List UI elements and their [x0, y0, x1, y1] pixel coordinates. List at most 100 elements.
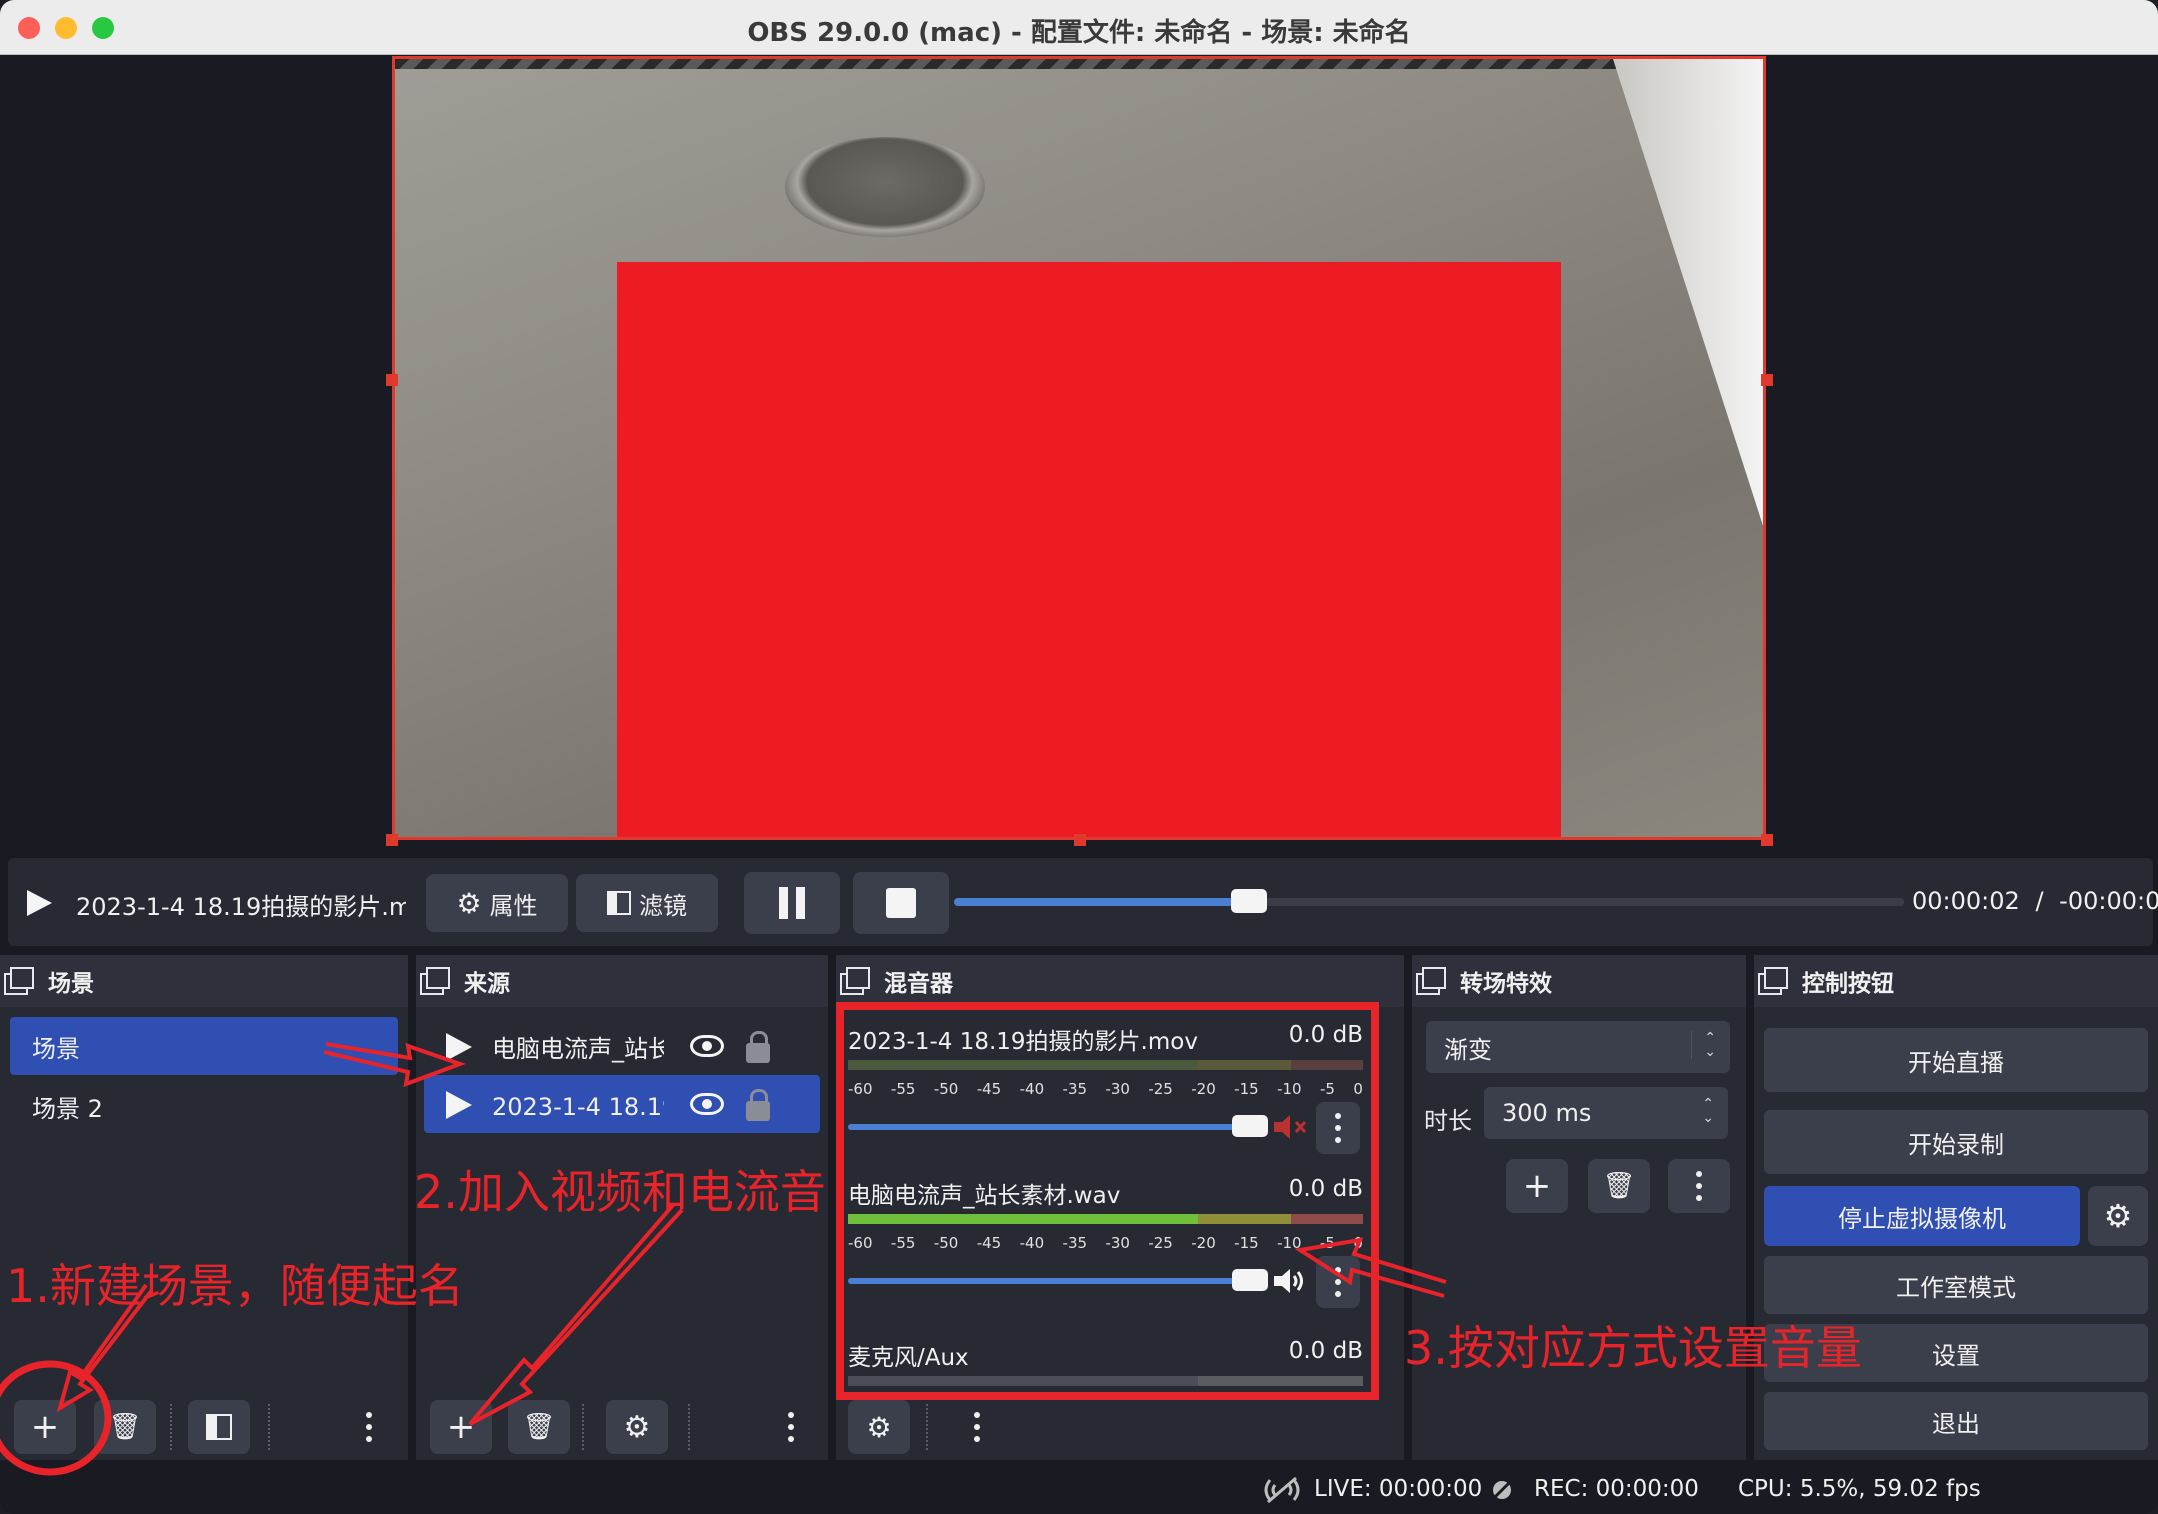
resize-handle-bottom-left[interactable] [386, 834, 398, 846]
add-transition-button[interactable]: + [1506, 1159, 1568, 1213]
virtual-camera-settings-button[interactable]: ⚙ [2088, 1186, 2148, 1246]
scene-item-label: 场景 [32, 1034, 80, 1063]
plus-icon: + [30, 1407, 60, 1447]
rec-status: REC: 00:00:00 [1534, 1476, 1699, 1502]
add-scene-button[interactable]: + [14, 1400, 76, 1454]
meter-level [848, 1214, 1363, 1224]
properties-button[interactable]: ⚙ 属性 [426, 874, 568, 932]
meter-tick-label: -55 [890, 1234, 916, 1252]
scene-item[interactable]: 场景 [10, 1017, 398, 1075]
start-recording-button[interactable]: 开始录制 [1764, 1110, 2148, 1174]
studio-mode-button[interactable]: 工作室模式 [1764, 1256, 2148, 1314]
dock-undock-icon[interactable] [1758, 967, 1788, 995]
meter-tick-label: -35 [1062, 1234, 1088, 1252]
toolbar-separator [582, 1404, 584, 1450]
transition-options-button[interactable] [1668, 1159, 1730, 1213]
play-icon[interactable] [446, 1033, 472, 1061]
more-options-icon[interactable] [974, 1412, 980, 1442]
duration-value: 300 ms [1502, 1099, 1592, 1127]
more-options-icon[interactable] [366, 1412, 372, 1442]
filters-label: 滤镜 [639, 891, 687, 920]
more-options-icon[interactable] [788, 1412, 794, 1442]
add-source-button[interactable]: + [430, 1400, 492, 1454]
source-properties-button[interactable]: ⚙ [606, 1400, 668, 1454]
filters-button[interactable]: 滤镜 [576, 874, 718, 932]
chevron-updown-icon: ⌃ ⌄ [1691, 1031, 1716, 1059]
resize-handle-left[interactable] [386, 374, 398, 386]
seek-handle[interactable] [1230, 889, 1267, 913]
scene-item[interactable]: 场景 2 [10, 1077, 398, 1135]
volume-slider-handle[interactable] [1232, 1115, 1268, 1137]
source-item[interactable]: 2023-1-4 18.19拍摄的影片.mov [424, 1075, 820, 1133]
record-off-icon [1489, 1477, 1515, 1503]
media-seek-bar[interactable] [954, 889, 1904, 913]
stop-button[interactable] [853, 872, 949, 934]
remove-source-button[interactable]: 🗑 [508, 1400, 570, 1454]
resize-handle-bottom[interactable] [1074, 834, 1086, 846]
pause-button[interactable] [744, 872, 840, 934]
source-item-label: 2023-1-4 18.19拍摄的影片.mov [492, 1092, 664, 1121]
controls-dock-header: 控制按钮 [1754, 955, 2158, 1007]
scene-item-label: 场景 2 [32, 1094, 103, 1123]
filter-icon [607, 891, 631, 915]
volume-slider[interactable] [848, 1115, 1268, 1137]
lock-icon[interactable] [746, 1031, 770, 1063]
source-item[interactable]: 电脑电流声_站长素材.wav [424, 1017, 820, 1075]
channel-options-button[interactable] [1316, 1102, 1360, 1154]
media-time: 00:00:02 / -00:00:06 [1912, 887, 2158, 915]
muted-speaker-icon[interactable] [1272, 1112, 1308, 1142]
lock-icon[interactable] [746, 1089, 770, 1121]
resize-handle-bottom-right[interactable] [1761, 834, 1773, 846]
transitions-dock: 转场特效 渐变 ⌃ ⌄ 时长 300 ms ⌃ ⌄ + 🗑 [1412, 955, 1746, 1460]
meter-tick-label: 0 [1353, 1080, 1363, 1098]
annotation-step3: 3.按对应方式设置音量 [1404, 1321, 1862, 1375]
scenes-dock-title: 场景 [48, 971, 94, 997]
stepper-icon[interactable]: ⌃ ⌄ [1702, 1097, 1714, 1125]
meter-ticks: -60 -55 -50 -45 -40 -35 -30 -25 -20 -15 -10 -5 0 [848, 1080, 1363, 1098]
dock-undock-icon[interactable] [420, 967, 450, 995]
stop-virtual-camera-button[interactable]: 停止虚拟摄像机 [1764, 1186, 2080, 1246]
meter-tick-label: -60 [848, 1234, 873, 1252]
meter-tick-label: -45 [976, 1234, 1002, 1252]
meter-tick-label: -60 [848, 1080, 873, 1098]
visibility-eye-icon[interactable] [690, 1093, 724, 1115]
video-frame-wall [1613, 59, 1763, 837]
meter-ticks: -60 -55 -50 -45 -40 -35 -30 -25 -20 -15 -10 -5 0 [848, 1234, 1363, 1252]
controls-dock-title: 控制按钮 [1802, 971, 1894, 997]
exit-button[interactable]: 退出 [1764, 1392, 2148, 1450]
meter-tick-label: -20 [1191, 1080, 1216, 1098]
play-icon[interactable] [24, 888, 54, 918]
dock-undock-icon[interactable] [840, 967, 870, 995]
live-broadcast-off-icon [1264, 1476, 1300, 1504]
transition-select[interactable]: 渐变 ⌃ ⌄ [1426, 1021, 1730, 1073]
volume-meter [848, 1376, 1363, 1386]
volume-slider-handle[interactable] [1232, 1269, 1268, 1291]
more-options-icon [1696, 1171, 1702, 1201]
volume-slider[interactable] [848, 1269, 1268, 1291]
start-streaming-button[interactable]: 开始直播 [1764, 1028, 2148, 1092]
window-title: OBS 29.0.0 (mac) - 配置文件: 未命名 - 场景: 未命名 [747, 18, 1411, 48]
advanced-audio-button[interactable]: ⚙ [848, 1400, 910, 1454]
speaker-icon[interactable] [1272, 1266, 1308, 1296]
remove-transition-button[interactable]: 🗑 [1588, 1159, 1650, 1213]
dock-undock-icon[interactable] [1416, 967, 1446, 995]
more-options-icon [1335, 1113, 1341, 1143]
channel-name: 2023-1-4 18.19拍摄的影片.mov [848, 1029, 1198, 1055]
dock-undock-icon[interactable] [4, 967, 34, 995]
mixer-dock-title: 混音器 [884, 971, 953, 997]
channel-options-button[interactable] [1316, 1256, 1360, 1308]
visibility-eye-icon[interactable] [690, 1035, 724, 1057]
play-icon[interactable] [446, 1091, 472, 1119]
preview-area[interactable] [0, 56, 2158, 846]
scene-filters-button[interactable] [188, 1400, 250, 1454]
sources-dock-header: 来源 [416, 955, 828, 1007]
obs-window: OBS 29.0.0 (mac) - 配置文件: 未命名 - 场景: 未命名 2… [0, 0, 2158, 1514]
duration-spinbox[interactable]: 300 ms ⌃ ⌄ [1484, 1087, 1728, 1139]
more-options-icon [1335, 1267, 1341, 1297]
filter-icon [206, 1414, 232, 1440]
gears-icon: ⚙ [866, 1410, 892, 1444]
live-status: LIVE: 00:00:00 [1314, 1476, 1483, 1502]
remove-scene-button[interactable]: 🗑 [94, 1400, 156, 1454]
preview-canvas-source[interactable] [392, 56, 1766, 840]
resize-handle-right[interactable] [1761, 374, 1773, 386]
